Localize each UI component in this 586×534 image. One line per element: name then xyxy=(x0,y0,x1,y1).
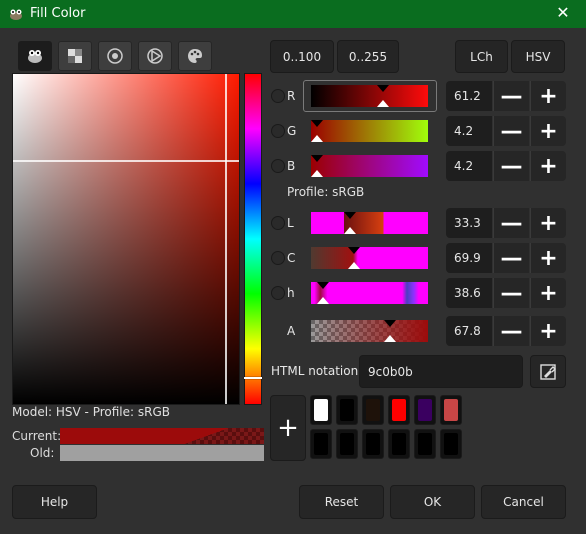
increase-r-button[interactable]: + xyxy=(530,81,566,111)
history-swatch-10[interactable] xyxy=(388,429,410,459)
current-label: Current: xyxy=(12,429,62,443)
decrease-r-button[interactable]: — xyxy=(493,81,529,111)
color-selector-tabs xyxy=(18,41,212,71)
channel-label-l: L xyxy=(287,216,294,230)
color-area-crosshair-vertical xyxy=(225,74,227,404)
channel-radio-r[interactable] xyxy=(271,89,285,103)
profile-label: Profile: sRGB xyxy=(287,185,365,199)
history-swatch-3[interactable] xyxy=(362,395,384,425)
channel-radio-c[interactable] xyxy=(271,251,285,265)
channel-slider-h[interactable] xyxy=(311,282,428,304)
hue-marker[interactable] xyxy=(244,377,262,379)
channel-radio-h[interactable] xyxy=(271,286,285,300)
channel-value-b[interactable]: 4.2 xyxy=(446,151,492,181)
ok-button[interactable]: OK xyxy=(390,485,475,519)
increase-h-button[interactable]: + xyxy=(530,278,566,308)
channel-radio-g[interactable] xyxy=(271,124,285,138)
channel-slider-a[interactable] xyxy=(311,320,428,342)
range-0-255-button[interactable]: 0..255 xyxy=(337,40,399,73)
cancel-button[interactable]: Cancel xyxy=(481,485,566,519)
html-notation-input[interactable]: 9c0b0b xyxy=(359,355,523,388)
old-color-swatch[interactable] xyxy=(60,445,264,461)
channel-label-h: h xyxy=(287,286,295,300)
history-swatch-6[interactable] xyxy=(440,395,462,425)
help-button[interactable]: Help xyxy=(12,485,97,519)
watercolor-icon[interactable] xyxy=(98,41,132,71)
channel-label-g: G xyxy=(287,124,297,138)
color-saturation-value-area[interactable] xyxy=(12,73,240,405)
channel-slider-b[interactable] xyxy=(311,155,428,177)
color-picker-button[interactable] xyxy=(530,355,566,388)
hsv-button[interactable]: HSV xyxy=(511,40,565,73)
channel-slider-c[interactable] xyxy=(311,247,428,269)
history-swatch-2[interactable] xyxy=(336,395,358,425)
old-label: Old: xyxy=(30,446,55,460)
html-notation-label: HTML notation: xyxy=(271,364,363,378)
channel-value-g[interactable]: 4.2 xyxy=(446,116,492,146)
channel-value-c[interactable]: 69.9 xyxy=(446,243,492,273)
eyedropper-icon xyxy=(540,363,556,380)
channel-slider-g[interactable] xyxy=(311,120,428,142)
history-swatch-8[interactable] xyxy=(336,429,358,459)
triangle-wheel-icon[interactable] xyxy=(138,41,172,71)
increase-l-button[interactable]: + xyxy=(530,208,566,238)
gimp-wilber-icon[interactable] xyxy=(18,41,52,71)
history-swatch-9[interactable] xyxy=(362,429,384,459)
channel-label-r: R xyxy=(287,89,296,103)
lch-button[interactable]: LCh xyxy=(455,40,508,73)
channel-slider-r[interactable] xyxy=(311,85,428,107)
decrease-a-button[interactable]: — xyxy=(493,316,529,346)
decrease-c-button[interactable]: — xyxy=(493,243,529,273)
history-swatch-11[interactable] xyxy=(414,429,436,459)
close-icon[interactable]: ✕ xyxy=(554,4,572,22)
history-swatch-7[interactable] xyxy=(310,429,332,459)
add-to-history-button[interactable]: + xyxy=(270,395,306,461)
model-profile-label: Model: HSV - Profile: sRGB xyxy=(12,405,170,419)
hue-slider-strip[interactable] xyxy=(244,73,262,405)
history-swatch-1[interactable] xyxy=(310,395,332,425)
increase-g-button[interactable]: + xyxy=(530,116,566,146)
history-swatch-5[interactable] xyxy=(414,395,436,425)
window-title: Fill Color xyxy=(30,6,86,21)
decrease-b-button[interactable]: — xyxy=(493,151,529,181)
channel-value-r[interactable]: 61.2 xyxy=(446,81,492,111)
history-swatch-12[interactable] xyxy=(440,429,462,459)
color-area-crosshair-horizontal xyxy=(13,160,239,162)
decrease-g-button[interactable]: — xyxy=(493,116,529,146)
increase-b-button[interactable]: + xyxy=(530,151,566,181)
channel-value-a[interactable]: 67.8 xyxy=(446,316,492,346)
current-color-swatch xyxy=(60,428,264,444)
channel-label-a: A xyxy=(287,324,296,338)
channel-radio-b[interactable] xyxy=(271,159,285,173)
title-bar: Fill Color ✕ xyxy=(0,0,586,28)
cmyk-icon[interactable] xyxy=(58,41,92,71)
decrease-h-button[interactable]: — xyxy=(493,278,529,308)
channel-value-h[interactable]: 38.6 xyxy=(446,278,492,308)
range-0-100-button[interactable]: 0..100 xyxy=(270,40,334,73)
reset-button[interactable]: Reset xyxy=(299,485,384,519)
decrease-l-button[interactable]: — xyxy=(493,208,529,238)
increase-a-button[interactable]: + xyxy=(530,316,566,346)
history-swatch-4[interactable] xyxy=(388,395,410,425)
channel-value-l[interactable]: 33.3 xyxy=(446,208,492,238)
increase-c-button[interactable]: + xyxy=(530,243,566,273)
channel-label-b: B xyxy=(287,159,296,173)
channel-label-c: C xyxy=(287,251,296,265)
channel-slider-l[interactable] xyxy=(311,212,428,234)
palette-icon[interactable] xyxy=(178,41,212,71)
channel-radio-l[interactable] xyxy=(271,216,285,230)
gimp-icon xyxy=(8,7,24,21)
